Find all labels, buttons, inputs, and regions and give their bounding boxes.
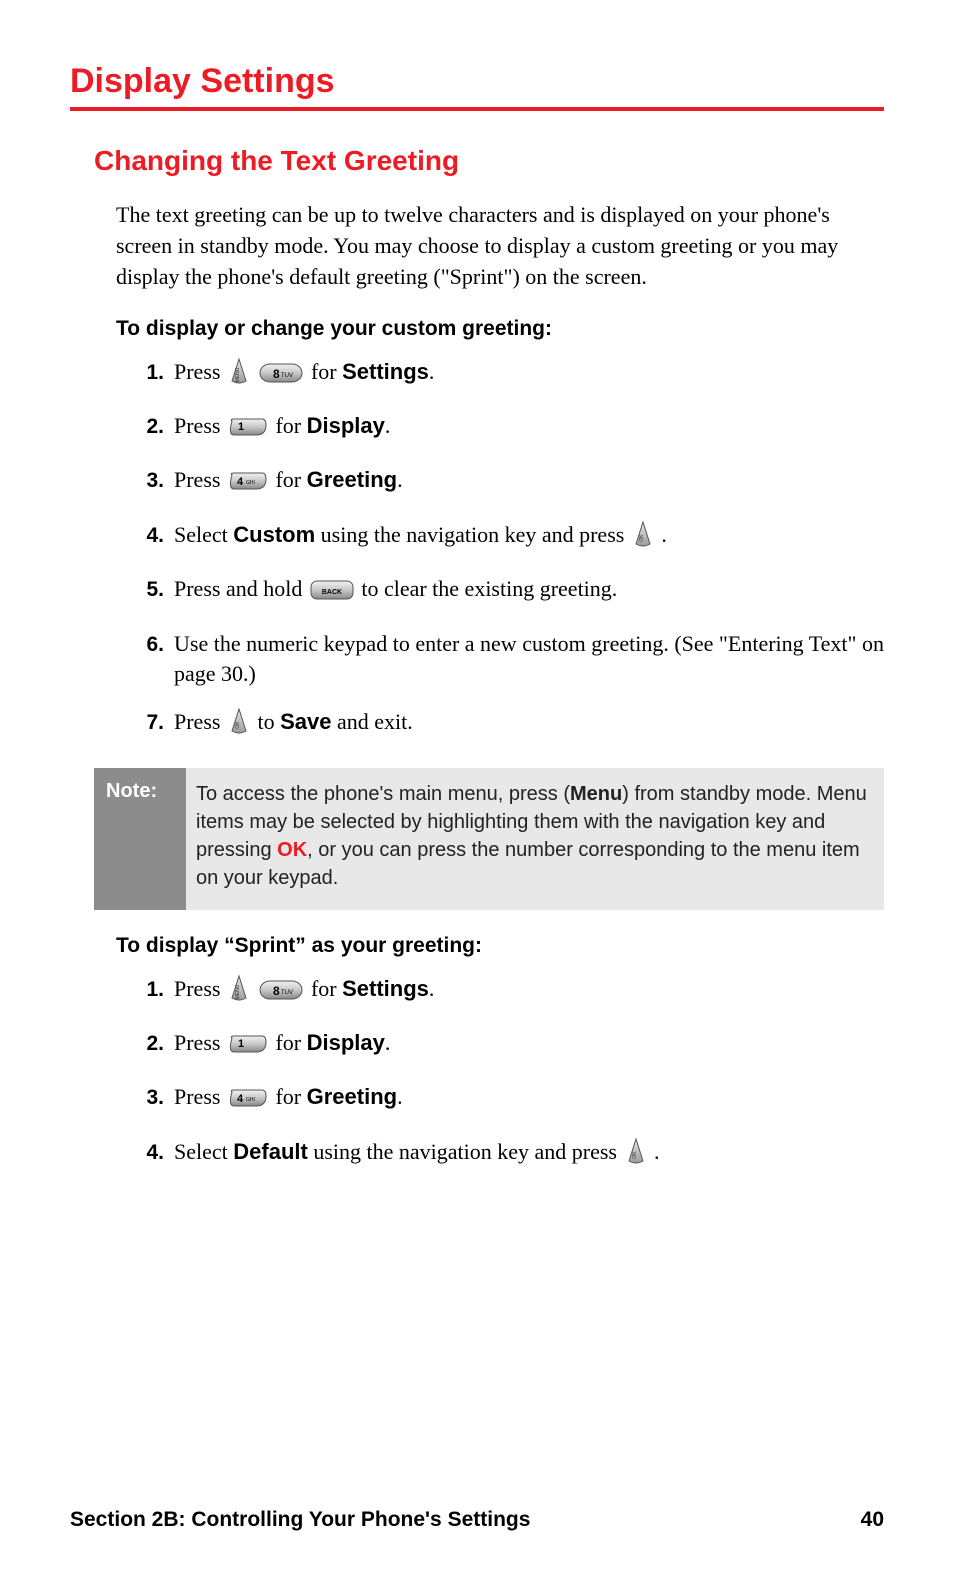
step-7: 7. Press OK to Save and exit. <box>134 707 884 743</box>
step-number: 4. <box>134 1137 164 1169</box>
svg-text:GHI: GHI <box>246 1097 255 1103</box>
step-1: 1. Press MENU 8TUV for Settings. <box>134 974 884 1010</box>
step-text: using the navigation key and press <box>321 522 630 547</box>
footer: Section 2B: Controlling Your Phone's Set… <box>70 1508 884 1532</box>
step-target: Greeting <box>307 1084 397 1109</box>
step-text: and exit. <box>337 709 413 734</box>
step-5: 5. Press and hold BACK to clear the exis… <box>134 574 884 610</box>
step-number: 6. <box>134 629 164 661</box>
step-text: Press <box>174 467 226 492</box>
note-box: Note: To access the phone's main menu, p… <box>94 768 884 910</box>
step-text: using the navigation key and press <box>313 1139 622 1164</box>
footer-section: Section 2B: Controlling Your Phone's Set… <box>70 1508 530 1532</box>
step-number: 4. <box>134 520 164 552</box>
key-4-icon: 4GHI <box>228 469 268 501</box>
step-number: 7. <box>134 707 164 739</box>
step-target: Display <box>307 1030 385 1055</box>
svg-text:8: 8 <box>273 367 280 381</box>
svg-text:MENU: MENU <box>235 367 241 382</box>
svg-text:OK: OK <box>639 534 645 542</box>
page-title: Display Settings <box>70 62 884 101</box>
step-word: Save <box>280 709 331 734</box>
step-target: Settings <box>342 976 429 1001</box>
ok-key-icon: OK <box>625 1137 647 1173</box>
step-target: Greeting <box>307 467 397 492</box>
page-number: 40 <box>861 1508 884 1532</box>
svg-text:BACK: BACK <box>322 589 342 596</box>
step-text: to <box>257 709 280 734</box>
step-number: 1. <box>134 357 164 389</box>
step-text: for <box>275 467 306 492</box>
step-number: 3. <box>134 1082 164 1114</box>
svg-text:TUV: TUV <box>281 373 293 379</box>
key-1-icon: 1 <box>228 1032 268 1064</box>
ok-key-icon: OK <box>228 707 250 743</box>
svg-text:8: 8 <box>273 984 280 998</box>
step-number: 3. <box>134 465 164 497</box>
step-number: 5. <box>134 574 164 606</box>
step-3: 3. Press 4GHI for Greeting. <box>134 1082 884 1118</box>
step-text: Select <box>174 1139 233 1164</box>
svg-text:4: 4 <box>237 1093 244 1105</box>
step-target: Settings <box>342 359 429 384</box>
key-4-icon: 4GHI <box>228 1086 268 1118</box>
step-word: Custom <box>233 522 315 547</box>
note-text: To access the phone's main menu, press (… <box>186 768 884 910</box>
menu-key-icon: MENU <box>228 357 250 393</box>
step-text: Press <box>174 709 226 734</box>
step-text: Press <box>174 1030 226 1055</box>
steps-sprint: 1. Press MENU 8TUV for Settings. 2. Pres… <box>116 974 884 1173</box>
svg-text:OK: OK <box>632 1150 638 1158</box>
svg-text:MENU: MENU <box>235 984 241 999</box>
steps-custom: 1. Press MENU 8TUV for Settings. 2. Pres… <box>116 357 884 744</box>
step-2: 2. Press 1 for Display. <box>134 1028 884 1064</box>
back-key-icon: BACK <box>310 578 354 610</box>
step-text: Press and hold <box>174 576 308 601</box>
step-4: 4. Select Custom using the navigation ke… <box>134 520 884 556</box>
step-target: Display <box>307 413 385 438</box>
step-number: 2. <box>134 411 164 443</box>
svg-text:GHI: GHI <box>246 480 255 486</box>
menu-key-icon: MENU <box>228 974 250 1010</box>
svg-text:1: 1 <box>238 1038 244 1050</box>
lead-custom: To display or change your custom greetin… <box>116 317 884 341</box>
title-rule <box>70 107 884 111</box>
step-4: 4. Select Default using the navigation k… <box>134 1137 884 1173</box>
step-text: to clear the existing greeting. <box>361 576 617 601</box>
step-word: Default <box>233 1139 308 1164</box>
step-2: 2. Press 1 for Display. <box>134 411 884 447</box>
svg-text:OK: OK <box>235 721 241 729</box>
step-text: Press <box>174 413 226 438</box>
step-number: 2. <box>134 1028 164 1060</box>
step-1: 1. Press MENU 8TUV for Settings. <box>134 357 884 393</box>
key-8-icon: 8TUV <box>259 361 303 393</box>
step-text: Select <box>174 522 233 547</box>
step-text: for <box>275 413 306 438</box>
step-text: Press <box>174 1084 226 1109</box>
step-text: Press <box>174 359 226 384</box>
lead-sprint: To display “Sprint” as your greeting: <box>116 934 884 958</box>
step-text: Press <box>174 976 226 1001</box>
note-label: Note: <box>94 768 186 910</box>
step-text: for <box>275 1030 306 1055</box>
key-8-icon: 8TUV <box>259 978 303 1010</box>
step-number: 1. <box>134 974 164 1006</box>
step-text: for <box>311 359 342 384</box>
step-text: for <box>275 1084 306 1109</box>
step-text: Use the numeric keypad to enter a new cu… <box>174 631 884 686</box>
intro-text: The text greeting can be up to twelve ch… <box>116 199 884 293</box>
step-6: 6. Use the numeric keypad to enter a new… <box>134 629 884 690</box>
section-subtitle: Changing the Text Greeting <box>94 145 884 177</box>
ok-key-icon: OK <box>632 520 654 556</box>
step-3: 3. Press 4GHI for Greeting. <box>134 465 884 501</box>
svg-text:TUV: TUV <box>281 990 293 996</box>
step-text: for <box>311 976 342 1001</box>
key-1-icon: 1 <box>228 415 268 447</box>
svg-text:1: 1 <box>238 421 244 433</box>
svg-text:4: 4 <box>237 476 244 488</box>
